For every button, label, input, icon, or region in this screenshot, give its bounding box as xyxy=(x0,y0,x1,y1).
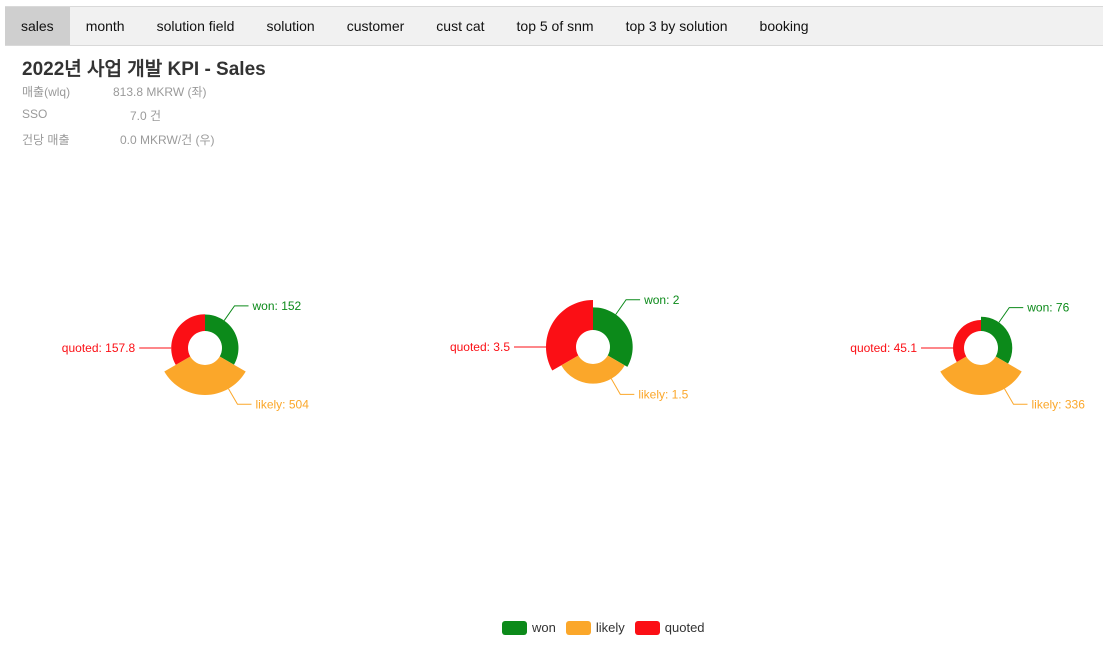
rose-chart-3: won: 76 likely: 336 quoted: 45.1 xyxy=(850,301,1085,412)
data-label-won: won: 152 xyxy=(252,299,302,313)
rose-chart-1: won: 152 likely: 504 quoted: 157.8 xyxy=(62,299,309,411)
legend-swatch-quoted xyxy=(634,620,660,635)
legend-swatch-likely xyxy=(565,620,591,635)
slice-won[interactable] xyxy=(205,314,239,365)
leader-line-won xyxy=(998,307,1024,323)
data-label-won: won: 2 xyxy=(643,293,680,307)
chart-legend: won likely quoted xyxy=(502,620,715,635)
slice-quoted[interactable] xyxy=(545,300,593,371)
rose-chart-2: won: 2 likely: 1.5 quoted: 3.5 xyxy=(450,293,689,402)
legend-item-likely[interactable]: likely xyxy=(565,620,625,635)
rose-charts: won: 152 likely: 504 quoted: 157.8 won: 2 li… xyxy=(62,293,1085,412)
data-label-quoted: quoted: 3.5 xyxy=(450,340,510,354)
slice-won[interactable] xyxy=(981,316,1013,364)
leader-line-likely xyxy=(610,378,635,395)
leader-line-won xyxy=(223,305,249,321)
legend-label-won: won xyxy=(532,620,556,635)
data-label-won: won: 76 xyxy=(1026,301,1069,315)
data-label-likely: likely: 1.5 xyxy=(638,387,688,401)
data-label-likely: likely: 504 xyxy=(256,397,310,411)
slice-likely[interactable] xyxy=(940,356,1022,395)
legend-item-quoted[interactable]: quoted xyxy=(634,620,705,635)
slice-won[interactable] xyxy=(593,307,633,367)
leader-line-won xyxy=(615,299,641,315)
slice-quoted[interactable] xyxy=(953,320,981,362)
legend-item-won[interactable]: won xyxy=(502,620,556,635)
legend-swatch-won xyxy=(502,620,527,635)
slice-quoted[interactable] xyxy=(171,314,205,365)
data-label-likely: likely: 336 xyxy=(1032,397,1086,411)
legend-label-quoted: quoted xyxy=(664,620,705,635)
data-label-quoted: quoted: 45.1 xyxy=(850,341,917,355)
legend-label-likely: likely xyxy=(595,620,625,635)
leader-line-likely xyxy=(1004,388,1028,405)
data-label-quoted: quoted: 157.8 xyxy=(62,341,136,355)
leader-line-likely xyxy=(228,388,252,405)
